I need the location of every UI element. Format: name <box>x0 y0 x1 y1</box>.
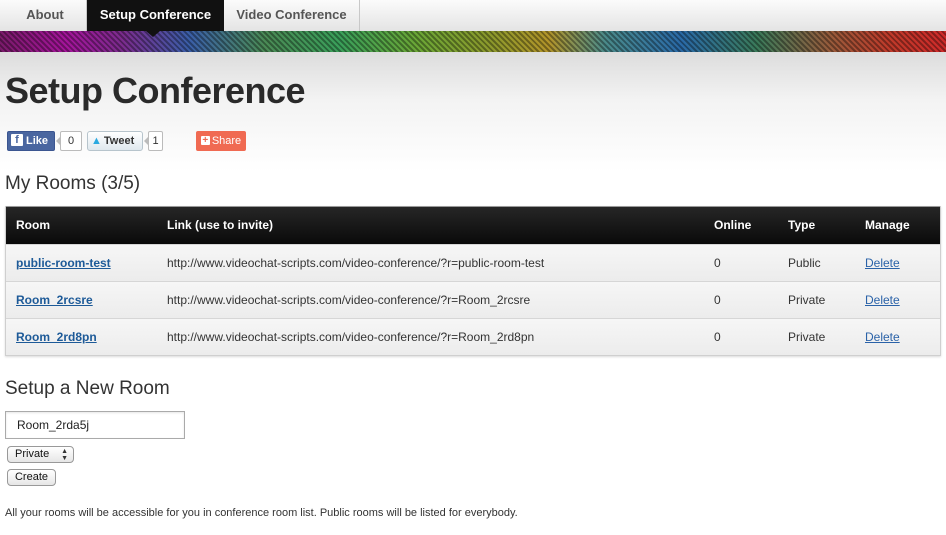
room-invite-link: http://www.videochat-scripts.com/video-c… <box>167 256 545 270</box>
twitter-bird-icon: ▲ <box>91 135 102 147</box>
share-label: Share <box>211 135 242 147</box>
room-name-input[interactable] <box>5 411 185 439</box>
room-name-link[interactable]: Room_2rd8pn <box>16 330 97 344</box>
room-type: Private <box>788 293 826 307</box>
room-invite-link: http://www.videochat-scripts.com/video-c… <box>167 330 535 344</box>
tweet-label: Tweet <box>103 135 135 147</box>
tweet-button[interactable]: ▲ Tweet <box>87 131 143 151</box>
table-row: public-room-test http://www.videochat-sc… <box>6 244 940 281</box>
active-tab-indicator <box>146 31 160 37</box>
plus-icon: + <box>200 134 210 146</box>
table-header: Room Link (use to invite) Online Type Ma… <box>6 206 940 244</box>
room-name-link[interactable]: public-room-test <box>16 256 111 270</box>
new-room-heading: Setup a New Room <box>5 378 170 399</box>
select-arrows-icon: ▲ ▼ <box>61 448 68 462</box>
share-button[interactable]: + Share <box>196 131 246 151</box>
room-type: Public <box>788 256 821 270</box>
column-header-manage: Manage <box>865 218 910 232</box>
column-header-type: Type <box>788 218 816 232</box>
delete-room-link[interactable]: Delete <box>865 330 900 344</box>
room-online-count: 0 <box>714 256 721 270</box>
column-header-room: Room <box>16 218 50 232</box>
top-navigation: About Setup Conference Video Conference <box>0 0 946 31</box>
my-rooms-heading: My Rooms (3/5) <box>5 173 141 194</box>
column-header-online: Online <box>714 218 752 232</box>
facebook-like-label: Like <box>26 135 49 147</box>
table-row: Room_2rcsre http://www.videochat-scripts… <box>6 281 940 318</box>
column-header-link: Link (use to invite) <box>167 218 274 232</box>
room-online-count: 0 <box>714 330 721 344</box>
facebook-like-count: 0 <box>56 131 82 151</box>
delete-room-link[interactable]: Delete <box>865 293 900 307</box>
create-button[interactable]: Create <box>7 469 56 486</box>
page-title: Setup Conference <box>5 70 306 111</box>
tweet-count: 1 <box>144 131 163 151</box>
facebook-like-button[interactable]: f Like <box>7 131 55 151</box>
tab-about[interactable]: About <box>0 0 87 31</box>
room-invite-link: http://www.videochat-scripts.com/video-c… <box>167 293 531 307</box>
tab-video-conference[interactable]: Video Conference <box>224 0 360 31</box>
room-name-link[interactable]: Room_2rcsre <box>16 293 93 307</box>
room-online-count: 0 <box>714 293 721 307</box>
header-rainbow-bar <box>0 31 946 52</box>
room-type-selected: Private <box>15 448 50 460</box>
delete-room-link[interactable]: Delete <box>865 256 900 270</box>
room-type-select[interactable]: Private ▲ ▼ <box>7 446 74 463</box>
table-row: Room_2rd8pn http://www.videochat-scripts… <box>6 318 940 355</box>
facebook-icon: f <box>11 134 23 147</box>
room-type: Private <box>788 330 826 344</box>
rooms-table: Room Link (use to invite) Online Type Ma… <box>5 206 941 356</box>
rooms-note: All your rooms will be accessible for yo… <box>5 507 518 519</box>
tab-setup-conference[interactable]: Setup Conference <box>87 0 224 31</box>
